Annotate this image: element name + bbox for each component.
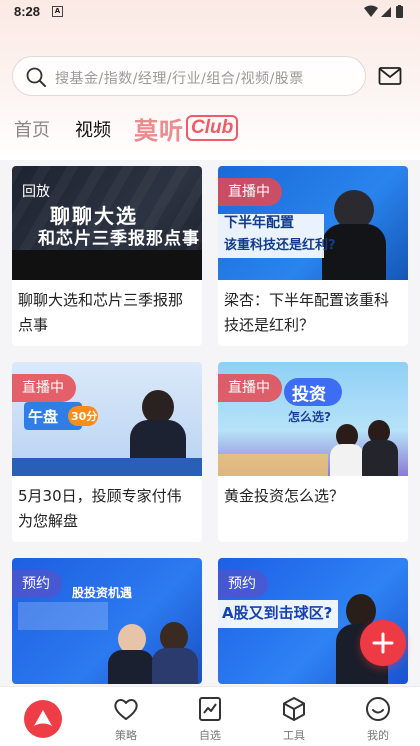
chart-icon: [199, 697, 221, 721]
app-notification-icon: A: [52, 6, 63, 17]
tab-video[interactable]: 视频: [75, 116, 111, 142]
home-logo-icon: [24, 700, 62, 738]
search-icon: [26, 67, 46, 87]
status-badge: 回放: [22, 184, 50, 200]
card-title: 黄金投资怎么选？: [224, 487, 345, 505]
thumb-headline: 午盘: [28, 408, 59, 426]
video-card[interactable]: 午盘 30分 直播中 5月30日，投顾专家付伟为您解盘: [12, 362, 202, 542]
search-input[interactable]: 搜基金/指数/经理/行业/组合/视频/股票: [12, 56, 366, 96]
card-title: 梁杏：下半年配置该重科技还是红利？: [224, 291, 390, 334]
thumb-headline: 聊聊大选: [50, 204, 138, 228]
status-badge: 预约: [218, 570, 268, 598]
thumb-headline: 投资: [292, 385, 326, 405]
signal-battery-icons: [364, 5, 403, 18]
status-time: 8:28: [14, 4, 41, 19]
nav-label: 自选: [199, 729, 221, 742]
nav-strategy[interactable]: 策略: [84, 687, 168, 746]
card-title: 聊聊大选和芯片三季报那点事: [18, 291, 184, 334]
nav-tools[interactable]: 工具: [252, 687, 336, 746]
video-card[interactable]: 和芯片三季报那点事 聊聊大选 回放 聊聊大选和芯片三季报那点事: [12, 166, 202, 346]
nav-label: 工具: [283, 729, 305, 742]
nav-mine[interactable]: 我的: [336, 687, 420, 746]
nav-home[interactable]: [0, 687, 84, 746]
video-card[interactable]: 投资 怎么选? 直播中 黄金投资怎么选？: [218, 362, 408, 542]
thumb-headline: 下半年配置: [224, 215, 294, 231]
search-row: 搜基金/指数/经理/行业/组合/视频/股票: [12, 56, 408, 98]
search-placeholder: 搜基金/指数/经理/行业/组合/视频/股票: [55, 71, 304, 87]
video-card[interactable]: 下半年配置 该重科技还是红利? 直播中 梁杏：下半年配置该重科技还是红利？: [218, 166, 408, 346]
thumb-caption: 30分: [71, 410, 98, 423]
thumb-headline: 股投资机遇: [72, 586, 133, 600]
nav-label: 我的: [367, 729, 389, 742]
status-badge: 直播中: [12, 374, 76, 402]
club-logo-text: 莫听: [134, 116, 184, 145]
club-logo-badge: Club: [186, 115, 239, 141]
heart-icon: [114, 699, 138, 720]
bottom-nav: 策略 自选 工具 我的: [0, 686, 420, 746]
video-card[interactable]: 股投资机遇 预约: [12, 558, 202, 684]
cube-icon: [283, 697, 305, 721]
mail-icon[interactable]: [378, 66, 402, 86]
nav-watchlist[interactable]: 自选: [168, 687, 252, 746]
add-button[interactable]: [360, 620, 406, 666]
thumb-caption: 该重科技还是红利?: [224, 238, 336, 253]
smile-icon: [366, 697, 390, 721]
status-badge: 直播中: [218, 178, 282, 206]
top-tabs: 首页 视频 莫听 Club: [14, 112, 274, 145]
tab-home[interactable]: 首页: [14, 116, 50, 142]
thumb-caption: 怎么选?: [288, 410, 331, 424]
nav-label: 策略: [115, 729, 137, 742]
status-badge: 直播中: [218, 374, 282, 402]
plus-icon: [372, 632, 394, 654]
tab-club[interactable]: 莫听 Club: [134, 112, 239, 145]
status-badge: 预约: [12, 570, 62, 598]
card-title: 5月30日，投顾专家付伟为您解盘: [18, 487, 182, 530]
status-bar: 8:28 A: [0, 0, 420, 24]
thumb-headline: A股又到击球区?: [222, 604, 333, 622]
